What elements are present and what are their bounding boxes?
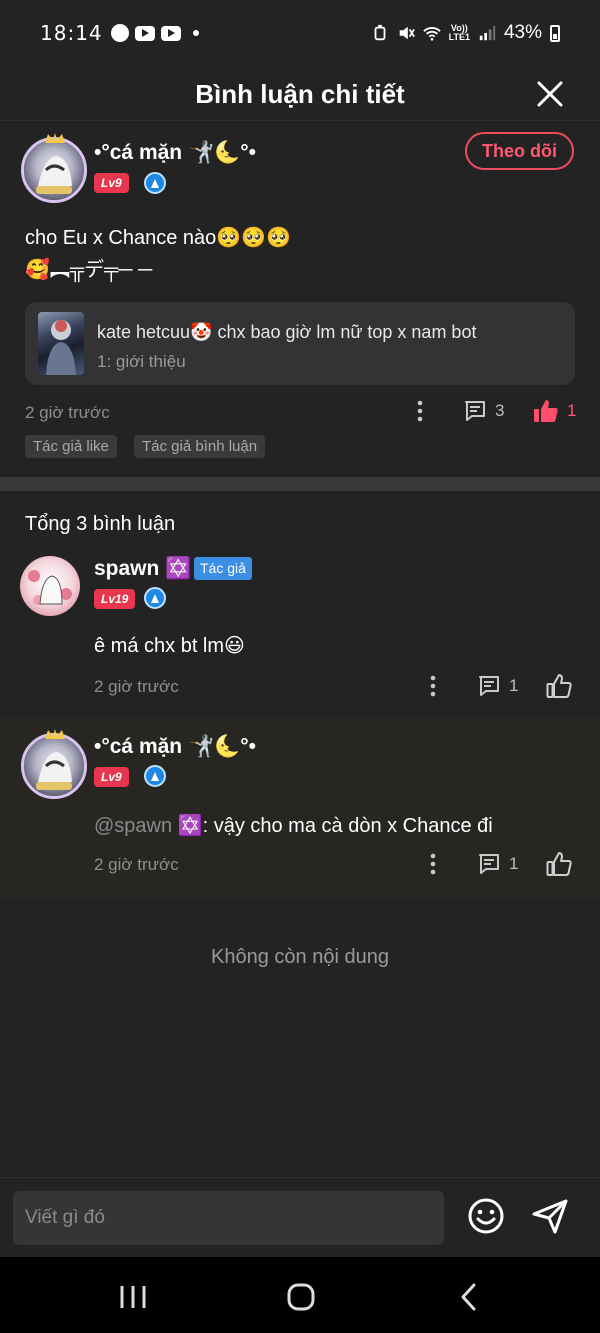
comment-icon xyxy=(465,401,485,421)
reply-text: @spawn ✡️: vậy cho ma cà dòn x Chance đi xyxy=(94,813,493,838)
author-badge: Tác giả xyxy=(194,557,252,580)
more-options-button[interactable] xyxy=(410,399,430,423)
more-vertical-icon xyxy=(430,675,436,697)
mention-link[interactable]: @spawn ✡️ xyxy=(94,815,203,837)
comment-line: cho Eu x Chance nào🥺🥺🥺 xyxy=(25,227,291,249)
comment-time: 2 giờ trước xyxy=(94,855,179,874)
battery-icon xyxy=(550,24,560,42)
end-of-content-text: Không còn nội dung xyxy=(211,946,389,968)
send-icon xyxy=(532,1199,568,1234)
reply-text: ê má chx bt lm😃 xyxy=(94,635,245,657)
close-icon xyxy=(537,81,563,107)
reply-button[interactable]: 1 xyxy=(477,852,518,876)
avatar-frame xyxy=(21,733,87,799)
ethereum-badge-icon xyxy=(144,587,166,609)
story-title: kate hetcuu🤡 chx bao giờ lm nữ top x nam… xyxy=(97,322,477,342)
level-badge: Lv9 xyxy=(94,767,129,787)
more-vertical-icon xyxy=(430,853,436,875)
quoted-story-card[interactable]: kate hetcuu🤡 chx bao giờ lm nữ top x nam… xyxy=(25,302,575,385)
story-chapter: 1: giới thiệu xyxy=(97,352,186,371)
youtube-icon xyxy=(134,25,155,41)
status-time: 18:14 xyxy=(40,21,103,45)
system-icons: Vo)) LTE1 43% xyxy=(371,22,560,44)
main-comment: •°cá mặn 🤺🌜°• Lv9 Theo dõi cho Eu x Chan… xyxy=(0,122,600,477)
thumbs-up-icon xyxy=(546,852,572,876)
avatar[interactable] xyxy=(20,556,80,616)
back-button[interactable] xyxy=(449,1277,489,1317)
emoji-button[interactable] xyxy=(466,1196,510,1240)
crown-icon xyxy=(45,729,65,739)
like-button[interactable] xyxy=(546,851,572,877)
more-vertical-icon xyxy=(417,400,423,422)
recent-apps-icon xyxy=(120,1286,146,1308)
top-bar: Bình luận chi tiết xyxy=(0,66,600,122)
network-indicator: Vo)) LTE1 xyxy=(448,23,470,42)
ethereum-badge-icon xyxy=(144,765,166,787)
crown-icon xyxy=(45,133,65,143)
comment-input-bar: Viết gì đó xyxy=(0,1177,600,1257)
alarm-icon xyxy=(374,24,386,41)
close-button[interactable] xyxy=(530,74,570,114)
recent-apps-button[interactable] xyxy=(113,1277,153,1317)
back-icon xyxy=(461,1283,476,1311)
like-button[interactable] xyxy=(546,673,572,699)
reply-count: 1 xyxy=(509,854,519,873)
smiley-icon xyxy=(468,1198,504,1234)
comment-author-name[interactable]: •°cá mặn 🤺🌜°• xyxy=(94,735,256,759)
ethereum-badge-icon xyxy=(144,172,166,194)
home-button[interactable] xyxy=(281,1277,321,1317)
more-notifications-dot xyxy=(192,30,199,36)
like-count: 1 xyxy=(567,401,577,420)
more-options-button[interactable] xyxy=(423,852,443,876)
reply-button[interactable]: 1 xyxy=(477,674,518,698)
send-button[interactable] xyxy=(530,1196,574,1240)
comment-line: 🥰︻╦デ╤─ ─ xyxy=(25,259,153,281)
messenger-icon xyxy=(110,24,129,42)
mute-icon xyxy=(399,26,415,40)
author-comment-tag: Tác giả bình luận xyxy=(134,435,266,458)
notification-icons xyxy=(110,24,199,42)
like-button[interactable]: 1 xyxy=(533,398,576,424)
home-icon xyxy=(287,1283,315,1311)
level-badge: Lv19 xyxy=(94,589,136,609)
comment-text: cho Eu x Chance nào🥺🥺🥺 🥰︻╦デ╤─ ─ xyxy=(25,222,291,286)
section-separator xyxy=(0,477,600,491)
thumbs-up-icon xyxy=(546,674,572,698)
wifi-icon xyxy=(422,27,441,41)
youtube-icon xyxy=(160,25,181,41)
level-badge: Lv9 xyxy=(94,173,129,193)
comment-icon xyxy=(479,854,499,874)
comment-author-name[interactable]: •°cá mặn 🤺🌜°• xyxy=(94,141,256,165)
avatar-image xyxy=(28,570,72,605)
comment-input[interactable]: Viết gì đó xyxy=(13,1191,444,1245)
follow-button[interactable]: Theo dõi xyxy=(465,132,574,170)
avatar-frame xyxy=(21,137,87,203)
thumbs-up-filled-icon xyxy=(534,400,558,422)
story-thumbnail xyxy=(38,312,84,375)
comment-author-name[interactable]: spawn ✡️ xyxy=(94,557,191,581)
battery-percent: 43% xyxy=(503,22,542,43)
more-options-button[interactable] xyxy=(423,674,443,698)
reply-body: : vậy cho ma cà dòn x Chance đi xyxy=(202,815,493,837)
reply-button[interactable]: 3 xyxy=(463,399,504,423)
page-title: Bình luận chi tiết xyxy=(195,78,405,109)
system-navigation-bar xyxy=(0,1257,600,1333)
comment-time: 2 giờ trước xyxy=(94,677,179,696)
header-divider xyxy=(0,120,600,121)
author-like-tag: Tác giả like xyxy=(25,435,117,458)
signal-icon xyxy=(479,25,496,41)
reply-count: 3 xyxy=(495,401,505,420)
reply-count: 1 xyxy=(509,676,519,695)
comment-icon xyxy=(479,676,499,696)
replies-count-heading: Tổng 3 bình luận xyxy=(25,513,176,535)
comment-time: 2 giờ trước xyxy=(25,403,110,422)
status-bar: 18:14 Vo)) LTE1 43% xyxy=(0,0,600,66)
